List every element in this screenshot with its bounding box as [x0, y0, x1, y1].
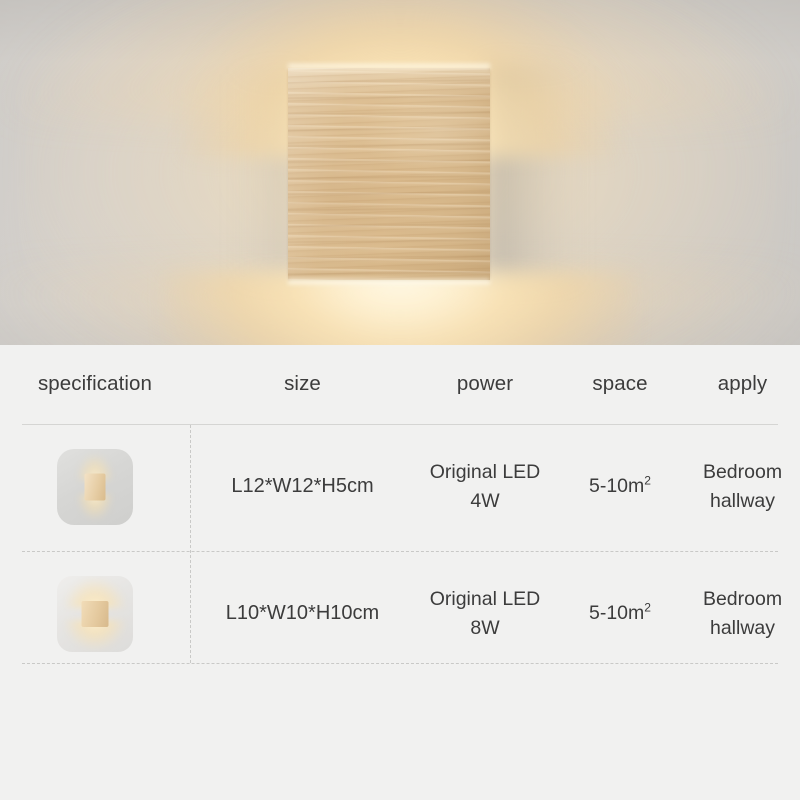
apply-line-2: hallway [709, 616, 776, 639]
power-line-1: Original LED [429, 588, 541, 611]
apply-line-2: hallway [709, 489, 776, 512]
thumb-lamp-body [84, 473, 106, 500]
product-spec-page: specification size power space apply L12… [0, 0, 800, 800]
power-line-1: Original LED [429, 461, 541, 484]
cell-apply: Bedroom hallway [685, 585, 800, 642]
top-light-emitter [288, 64, 490, 71]
cell-power: Original LED 8W [415, 585, 555, 642]
column-header-apply: apply [717, 371, 768, 395]
apply-line-1: Bedroom [702, 588, 783, 611]
thumbnail-lamp-12cm [57, 448, 133, 525]
cell-size: L12*W12*H5cm [231, 475, 374, 497]
column-header-specification: specification [37, 371, 153, 395]
cell-apply: Bedroom hallway [685, 458, 800, 515]
space-unit-superscript: 2 [644, 473, 651, 488]
lamp-body [288, 64, 490, 284]
apply-line-1: Bedroom [702, 461, 783, 484]
space-value: 5-10m [589, 475, 645, 497]
cell-space: 5-10m2 [555, 600, 685, 625]
cell-power: Original LED 4W [415, 458, 555, 515]
space-unit-superscript: 2 [644, 600, 651, 615]
row-separator-1 [22, 551, 778, 552]
specification-table: specification size power space apply L12… [0, 345, 800, 677]
cell-specification [0, 575, 190, 652]
cell-specification [0, 448, 190, 525]
power-line-2: 8W [470, 616, 500, 639]
table-row: L12*W12*H5cm Original LED 4W 5-10m2 Bedr… [0, 423, 800, 550]
header-rule [22, 424, 778, 425]
column-divider [190, 425, 191, 663]
cell-space: 5-10m2 [555, 473, 685, 498]
table-row: L10*W10*H10cm Original LED 8W 5-10m2 Bed… [0, 550, 800, 677]
table-header-row: specification size power space apply [0, 345, 800, 423]
column-header-space: space [592, 371, 648, 395]
hero-product-photo [0, 0, 800, 345]
specification-panel: specification size power space apply L12… [0, 345, 800, 800]
thumb-lamp-body [81, 600, 109, 627]
column-header-size: size [284, 371, 321, 395]
wood-grain-layer-dark [288, 68, 490, 280]
table-bottom-rule [22, 663, 778, 664]
column-header-power: power [456, 371, 514, 395]
cell-size: L10*W10*H10cm [225, 602, 380, 624]
space-value: 5-10m [589, 602, 645, 624]
power-line-2: 4W [470, 489, 500, 512]
bottom-light-emitter [288, 277, 490, 284]
thumbnail-lamp-10cm [57, 575, 133, 652]
